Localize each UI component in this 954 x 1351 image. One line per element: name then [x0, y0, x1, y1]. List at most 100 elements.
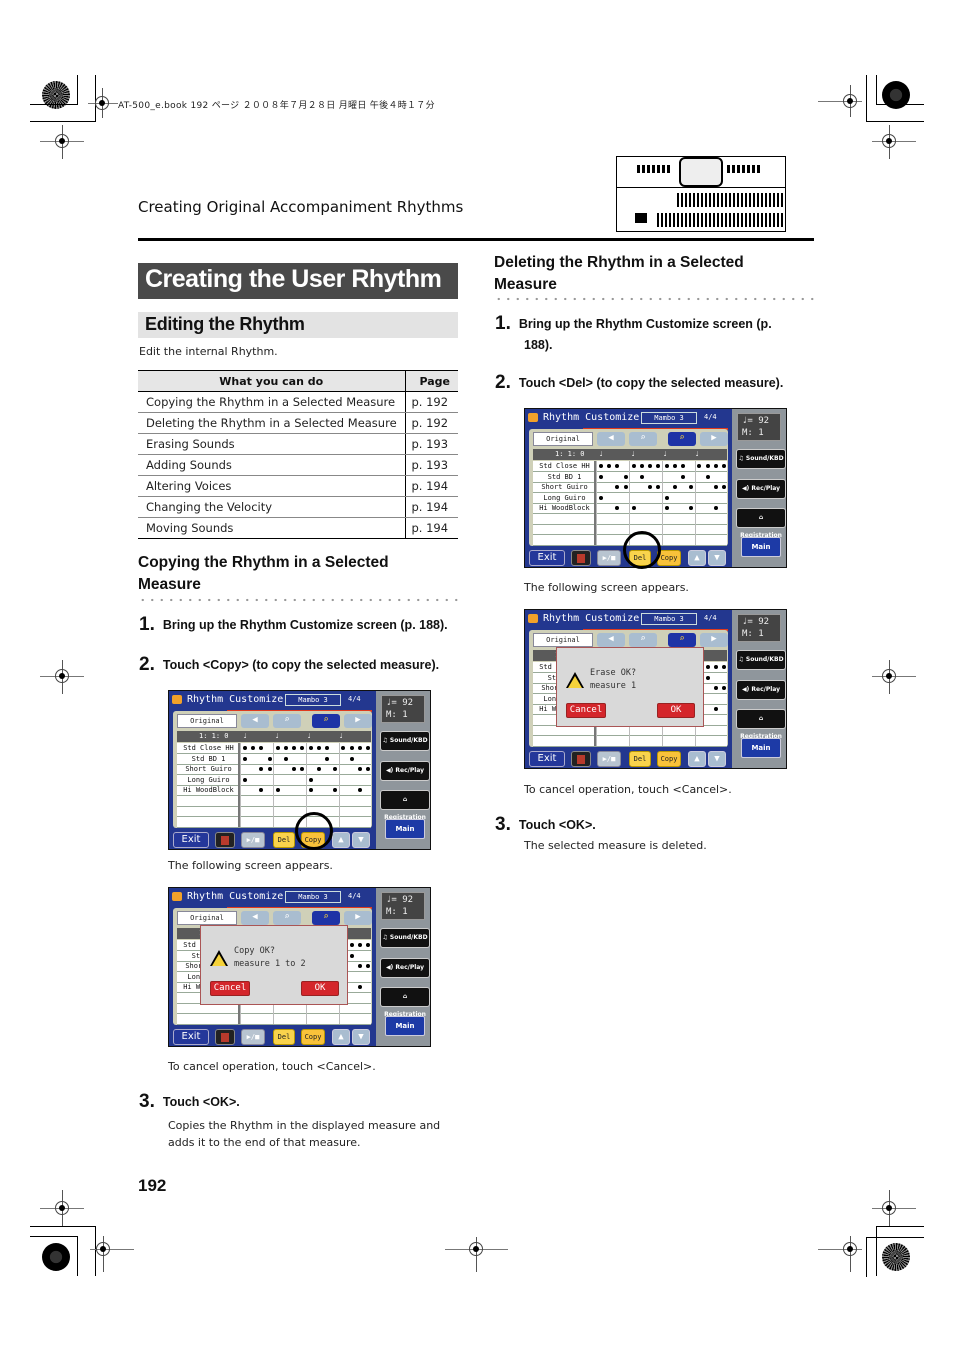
note-dot[interactable]: [705, 665, 710, 669]
note-dot[interactable]: [366, 943, 370, 947]
rhythm-grid[interactable]: Std Close HH Std BD 1 Short Guiro Long Guir…: [177, 743, 371, 828]
zoom-out-button[interactable]: ⌕: [629, 633, 657, 647]
style-name-field[interactable]: Mambo 3: [285, 891, 341, 903]
note-dot[interactable]: [713, 686, 718, 690]
note-dot[interactable]: [349, 746, 354, 750]
save-chest-icon[interactable]: [571, 550, 591, 566]
exit-button[interactable]: Exit: [529, 751, 565, 767]
scroll-up-button[interactable]: ▲: [688, 550, 706, 566]
note-dot[interactable]: [325, 756, 329, 761]
note-dot[interactable]: [357, 964, 362, 968]
note-dot[interactable]: [357, 746, 362, 750]
note-dot[interactable]: [366, 964, 370, 968]
note-dot[interactable]: [648, 464, 653, 468]
style-name-field[interactable]: Mambo 3: [641, 412, 697, 424]
note-dot[interactable]: [689, 485, 694, 489]
registration-button[interactable]: ⌂ Registration: [736, 709, 786, 740]
note-dot[interactable]: [316, 746, 321, 750]
registration-button[interactable]: ⌂ Registration: [380, 987, 430, 1018]
note-dot[interactable]: [599, 464, 603, 468]
scroll-down-button[interactable]: ▼: [708, 751, 726, 767]
note-dot[interactable]: [349, 943, 354, 947]
note-dot[interactable]: [664, 506, 669, 510]
note-dot[interactable]: [623, 485, 628, 489]
note-dot[interactable]: [672, 464, 677, 468]
zoom-out-button[interactable]: ⌕: [273, 911, 301, 925]
note-dot[interactable]: [681, 464, 685, 468]
note-dot[interactable]: [656, 464, 661, 468]
main-button[interactable]: Main: [385, 819, 425, 839]
note-dot[interactable]: [308, 777, 313, 782]
note-dot[interactable]: [333, 788, 338, 792]
note-dot[interactable]: [713, 665, 718, 669]
page-ref-cell[interactable]: p. 193: [404, 454, 458, 476]
instrument-name[interactable]: Hi WoodBlock: [177, 786, 240, 794]
original-button[interactable]: Original: [533, 633, 593, 647]
note-dot[interactable]: [259, 746, 264, 750]
exit-button[interactable]: Exit: [173, 832, 209, 848]
instrument-name[interactable]: Short Guiro: [533, 483, 596, 491]
next-measure-button[interactable]: ▶: [344, 911, 372, 925]
page-ref-cell[interactable]: p. 194: [404, 475, 458, 497]
note-dot[interactable]: [599, 474, 603, 479]
note-dot[interactable]: [284, 746, 288, 750]
note-dot[interactable]: [607, 464, 612, 468]
note-dot[interactable]: [366, 767, 370, 771]
next-measure-button[interactable]: ▶: [344, 714, 372, 728]
instrument-name[interactable]: Std Close HH: [533, 462, 596, 470]
cancel-button[interactable]: Cancel: [566, 703, 606, 718]
note-dot[interactable]: [243, 746, 247, 750]
scroll-down-button[interactable]: ▼: [708, 550, 726, 566]
note-dot[interactable]: [316, 767, 321, 771]
zoom-in-button[interactable]: ⌕: [668, 633, 696, 647]
rec-play-button[interactable]: ◀) Rec/Play: [380, 958, 430, 978]
zoom-in-button[interactable]: ⌕: [312, 714, 340, 728]
note-dot[interactable]: [357, 943, 362, 947]
instrument-name[interactable]: Std BD 1: [533, 473, 596, 481]
original-button[interactable]: Original: [177, 911, 237, 925]
instrument-name[interactable]: Short Guiro: [177, 765, 240, 773]
note-dot[interactable]: [697, 464, 702, 468]
note-dot[interactable]: [349, 756, 354, 761]
note-dot[interactable]: [722, 464, 726, 468]
del-button[interactable]: Del: [629, 751, 651, 767]
play-stop-button[interactable]: ▶/■: [241, 832, 265, 848]
note-dot[interactable]: [275, 788, 280, 792]
save-chest-icon[interactable]: [215, 1029, 235, 1045]
note-dot[interactable]: [615, 485, 620, 489]
zoom-out-button[interactable]: ⌕: [629, 432, 657, 446]
note-dot[interactable]: [681, 474, 685, 479]
note-dot[interactable]: [325, 746, 329, 750]
note-dot[interactable]: [243, 756, 247, 761]
instrument-name[interactable]: Std Close HH: [177, 744, 240, 752]
note-dot[interactable]: [275, 746, 280, 750]
sound-kbd-button[interactable]: ♫ Sound/KBD: [736, 449, 786, 469]
page-ref-cell[interactable]: p. 194: [404, 517, 458, 539]
note-dot[interactable]: [722, 686, 726, 690]
sound-kbd-button[interactable]: ♫ Sound/KBD: [736, 650, 786, 670]
style-name-field[interactable]: Mambo 3: [285, 694, 341, 706]
note-dot[interactable]: [664, 464, 669, 468]
note-dot[interactable]: [631, 506, 636, 510]
note-dot[interactable]: [341, 746, 346, 750]
note-dot[interactable]: [267, 756, 272, 761]
cancel-button[interactable]: Cancel: [210, 981, 250, 996]
note-dot[interactable]: [349, 953, 354, 958]
note-dot[interactable]: [722, 485, 726, 489]
note-dot[interactable]: [267, 767, 272, 771]
zoom-out-button[interactable]: ⌕: [273, 714, 301, 728]
copy-button[interactable]: Copy: [301, 1029, 325, 1045]
rec-play-button[interactable]: ◀) Rec/Play: [736, 680, 786, 700]
note-dot[interactable]: [631, 464, 636, 468]
registration-button[interactable]: ⌂ Registration: [736, 508, 786, 539]
note-dot[interactable]: [656, 485, 661, 489]
original-button[interactable]: Original: [177, 714, 237, 728]
sound-kbd-button[interactable]: ♫ Sound/KBD: [380, 928, 430, 948]
note-dot[interactable]: [284, 756, 288, 761]
note-dot[interactable]: [300, 746, 305, 750]
sound-kbd-button[interactable]: ♫ Sound/KBD: [380, 731, 430, 751]
previous-measure-button[interactable]: ◀: [241, 714, 269, 728]
zoom-in-button[interactable]: ⌕: [668, 432, 696, 446]
scroll-up-button[interactable]: ▲: [332, 832, 350, 848]
main-button[interactable]: Main: [741, 537, 781, 557]
